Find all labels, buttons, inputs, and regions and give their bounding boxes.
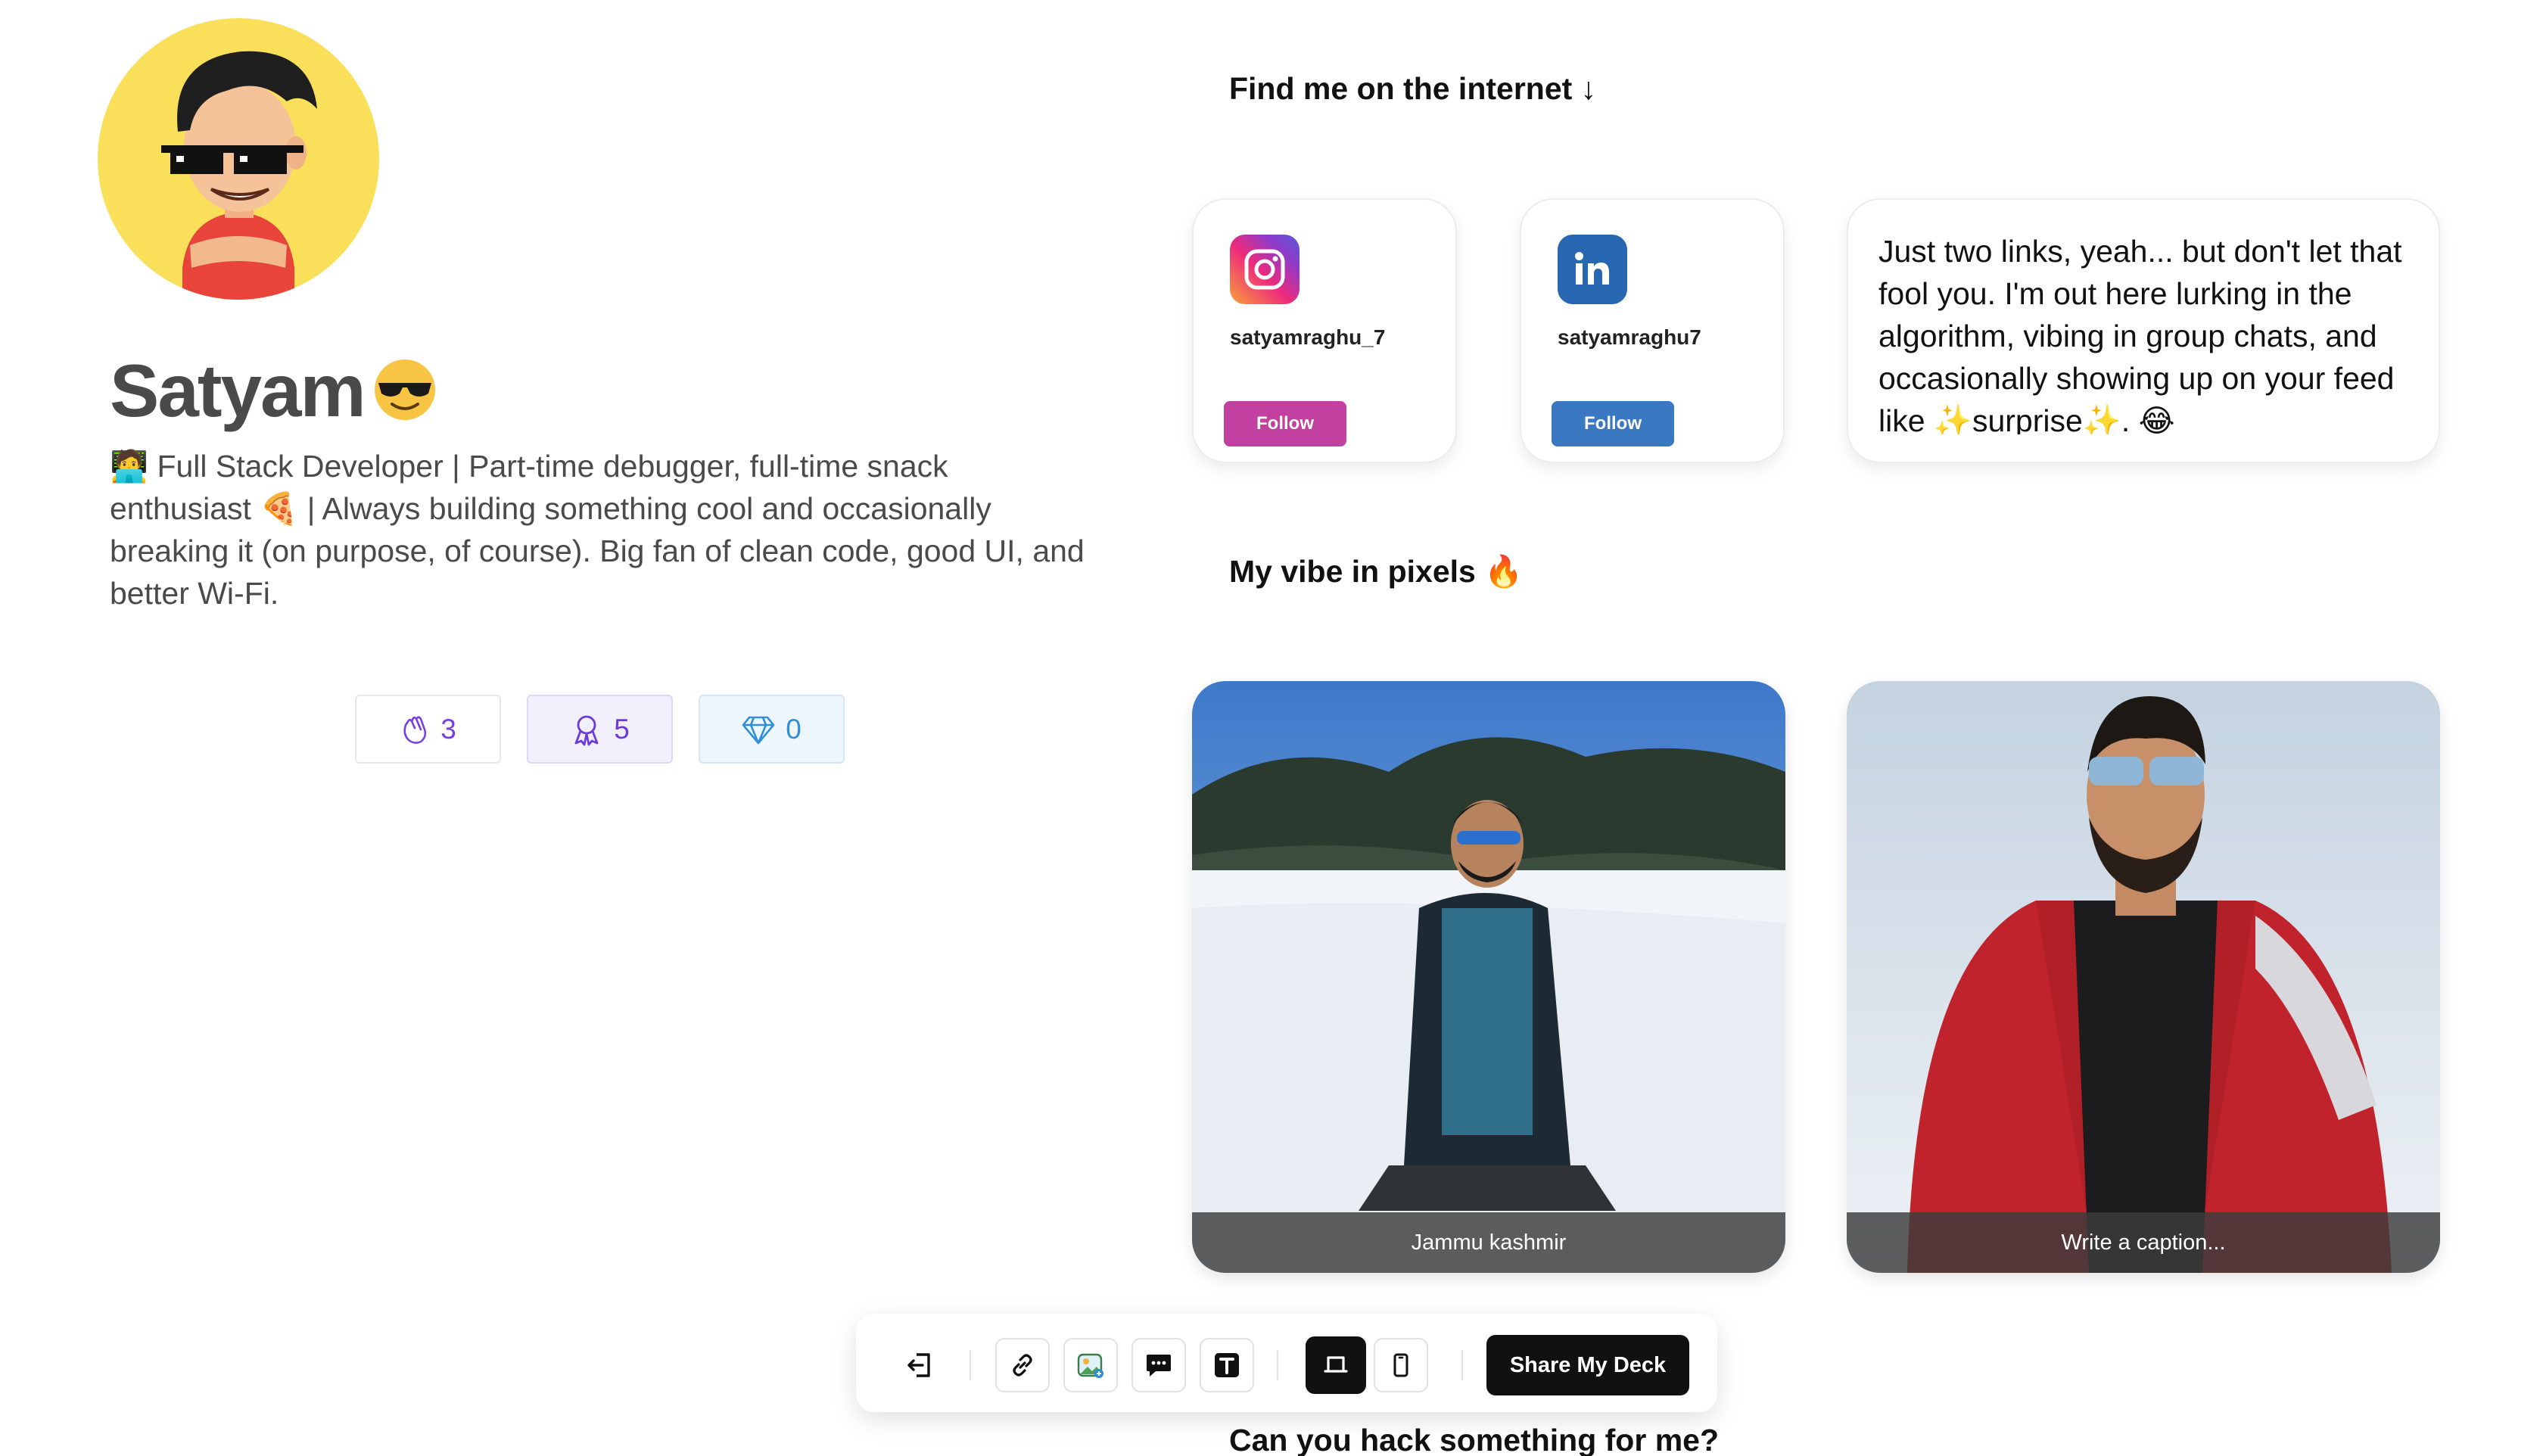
photo-1-caption[interactable]: Jammu kashmir xyxy=(1192,1212,1785,1273)
profile-name-text: Satyam xyxy=(110,349,366,432)
stats-row: 3 5 0 xyxy=(355,695,845,764)
find-me-heading: Find me on the internet ↓ xyxy=(1229,71,1597,106)
clap-stat-button[interactable]: 3 xyxy=(355,695,501,764)
gem-icon xyxy=(742,716,775,744)
text-icon xyxy=(1215,1353,1239,1377)
mobile-view-button[interactable] xyxy=(1374,1338,1428,1392)
photo-2-image xyxy=(1847,681,2440,1273)
toolbar-divider xyxy=(970,1350,971,1380)
award-stat-button[interactable]: 5 xyxy=(527,695,673,764)
profile-name: Satyam xyxy=(110,348,437,440)
hack-heading: Can you hack something for me? xyxy=(1229,1423,1719,1456)
image-icon xyxy=(1077,1353,1103,1378)
photo-1-image xyxy=(1192,681,1785,1273)
linkedin-icon xyxy=(1558,235,1627,304)
photo-2-caption[interactable]: Write a caption... xyxy=(1847,1212,2440,1273)
add-image-button[interactable] xyxy=(1063,1338,1118,1392)
avatar[interactable] xyxy=(98,18,379,300)
technologist-emoji-icon: 🧑‍💻 xyxy=(110,448,149,484)
note-text: Just two links, yeah... but don't let th… xyxy=(1878,234,2402,434)
photo-card-1[interactable]: Jammu kashmir xyxy=(1192,681,1785,1273)
gem-count: 0 xyxy=(786,713,801,745)
add-link-button[interactable] xyxy=(995,1338,1050,1392)
desktop-view-icon xyxy=(1324,1356,1348,1373)
clap-icon xyxy=(403,715,427,744)
toolbar-divider xyxy=(1461,1350,1463,1380)
profile-bio: 🧑‍💻 Full Stack Developer | Part-time deb… xyxy=(110,445,1094,614)
avatar-illustration xyxy=(161,51,317,300)
bottom-toolbar: Share My Deck xyxy=(856,1314,1717,1412)
instagram-handle: satyamraghu_7 xyxy=(1230,325,1386,349)
linkedin-follow-button[interactable]: Follow xyxy=(1552,401,1674,446)
toolbar-divider xyxy=(1277,1350,1278,1380)
logout-icon xyxy=(907,1353,930,1377)
instagram-follow-button[interactable]: Follow xyxy=(1224,401,1346,446)
instagram-card[interactable]: satyamraghu_7 Follow xyxy=(1192,198,1457,463)
pizza-emoji-icon: 🍕 xyxy=(260,490,299,527)
photo-card-2[interactable]: Write a caption... xyxy=(1847,681,2440,1273)
desktop-view-button[interactable] xyxy=(1306,1336,1366,1394)
clap-count: 3 xyxy=(440,713,456,745)
mobile-view-icon xyxy=(1393,1353,1408,1377)
logout-button[interactable] xyxy=(892,1338,947,1392)
gem-stat-button[interactable]: 0 xyxy=(699,695,845,764)
link-icon xyxy=(1013,1354,1032,1377)
pixels-heading: My vibe in pixels 🔥 xyxy=(1229,554,1524,589)
instagram-icon xyxy=(1230,235,1300,304)
share-deck-button[interactable]: Share My Deck xyxy=(1486,1335,1689,1395)
add-text-button[interactable] xyxy=(1200,1338,1254,1392)
sunglasses-emoji-icon xyxy=(372,354,437,440)
award-count: 5 xyxy=(614,713,630,745)
note-card[interactable]: Just two links, yeah... but don't let th… xyxy=(1847,198,2440,463)
comment-icon xyxy=(1147,1355,1171,1377)
linkedin-handle: satyamraghu7 xyxy=(1558,325,1701,349)
linkedin-card[interactable]: satyamraghu7 Follow xyxy=(1520,198,1785,463)
award-icon xyxy=(574,715,599,745)
add-comment-button[interactable] xyxy=(1131,1338,1186,1392)
